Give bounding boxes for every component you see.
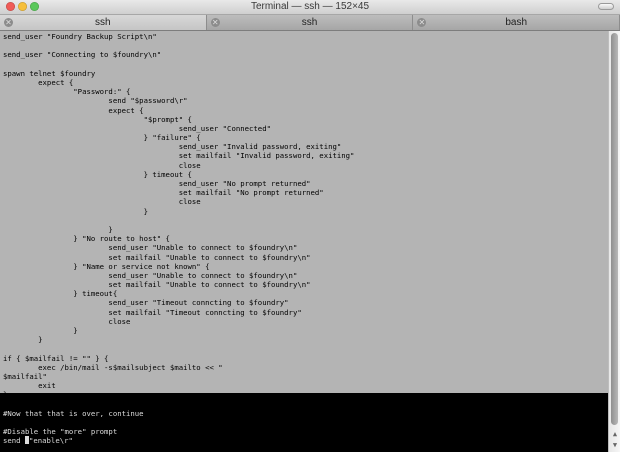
scroll-down-icon[interactable]: ▼ <box>610 440 620 450</box>
prompt-line-suffix: "enable\r" <box>28 436 73 446</box>
terminal-line: set mailfail "Invalid password, exiting" <box>3 151 355 161</box>
close-tab-icon[interactable]: ✕ <box>4 18 13 27</box>
terminal-line: } "failure" { <box>3 133 201 143</box>
tab-bash[interactable]: ✕ bash <box>413 15 620 30</box>
terminal-window: Terminal — ssh — 152×45 ✕ ssh ✕ ssh ✕ ba… <box>0 0 620 452</box>
window-title: Terminal — ssh — 152×45 <box>250 1 370 12</box>
terminal-line: "$prompt" { <box>3 114 192 124</box>
title-bar[interactable]: Terminal — ssh — 152×45 <box>0 0 620 15</box>
tab-bar: ✕ ssh ✕ ssh ✕ bash <box>0 15 620 31</box>
terminal-line: } timeout { <box>3 169 192 179</box>
terminal-line: $mailfail" <box>3 371 47 381</box>
scroll-up-icon[interactable]: ▲ <box>610 429 620 439</box>
terminal-lines: send_user "Foundry Backup Script\n" send… <box>3 32 354 445</box>
terminal-line: set mailfail "Unable to connect to $foun… <box>3 252 311 262</box>
terminal-line: expect { <box>3 105 144 115</box>
tab-label: ssh <box>95 17 111 28</box>
terminal-line: close <box>3 316 131 326</box>
terminal-line: send_user "Foundry Backup Script\n" <box>3 32 157 41</box>
terminal-line: if { $mailfail != "" } { <box>3 353 109 363</box>
tab-ssh-1[interactable]: ✕ ssh <box>0 15 207 30</box>
terminal-line: expect { <box>3 77 74 87</box>
terminal-line: } <box>3 206 148 216</box>
terminal-line: send_user "Connecting to $foundry\n" <box>3 50 162 60</box>
toolbar-toggle-button[interactable] <box>598 3 614 10</box>
terminal-line: send_user "Unable to connect to $foundry… <box>3 243 298 253</box>
terminal-line: close <box>3 160 201 170</box>
tab-label: bash <box>505 17 528 28</box>
prompt-line-prefix: send <box>3 436 25 446</box>
terminal-line: } <box>3 224 113 234</box>
terminal-line: close <box>3 197 201 207</box>
terminal-line: } "Name or service not known" { <box>3 261 210 271</box>
terminal-line: exit <box>3 381 56 391</box>
terminal-line: set mailfail "No prompt returned" <box>3 188 324 198</box>
terminal-line: spawn telnet $foundry <box>3 68 96 78</box>
terminal-line: send_user "Unable to connect to $foundry… <box>3 270 298 280</box>
close-tab-icon[interactable]: ✕ <box>417 18 427 27</box>
terminal-line: send_user "Connected" <box>3 123 271 133</box>
terminal-line: } <box>3 326 78 335</box>
terminal-line: set mailfail "Timeout conncting to $foun… <box>3 307 302 317</box>
terminal-line: #Disable the "more" prompt <box>3 427 118 437</box>
tab-ssh-2[interactable]: ✕ ssh <box>207 15 414 30</box>
terminal-line: send_user "No prompt returned" <box>3 179 311 188</box>
terminal-line: } timeout{ <box>3 289 118 299</box>
terminal-line: set mailfail "Unable to connect to $foun… <box>3 280 311 290</box>
terminal-prompt-line: send "enable\r" <box>3 436 354 445</box>
scrollbar-thumb[interactable] <box>611 33 618 425</box>
terminal-line: send_user "Timeout conncting to $foundry… <box>3 298 289 308</box>
terminal-line: "Password:" { <box>3 87 131 97</box>
tab-label: ssh <box>301 17 318 28</box>
terminal-line: #Now that that is over, continue <box>3 408 144 418</box>
terminal-line: exec /bin/mail -s$mailsubject $mailto <<… <box>3 362 223 372</box>
terminal-line: } <box>3 390 8 400</box>
terminal-output[interactable]: send_user "Foundry Backup Script\n" send… <box>0 31 608 452</box>
terminal-line: } <box>3 335 43 345</box>
terminal-line: send_user "Invalid password, exiting" <box>3 142 342 152</box>
terminal-line: } "No route to host" { <box>3 234 170 244</box>
terminal-line: send "$password\r" <box>3 96 188 106</box>
vertical-scrollbar[interactable]: ▲ ▼ <box>608 31 620 452</box>
close-tab-icon[interactable]: ✕ <box>210 18 220 27</box>
